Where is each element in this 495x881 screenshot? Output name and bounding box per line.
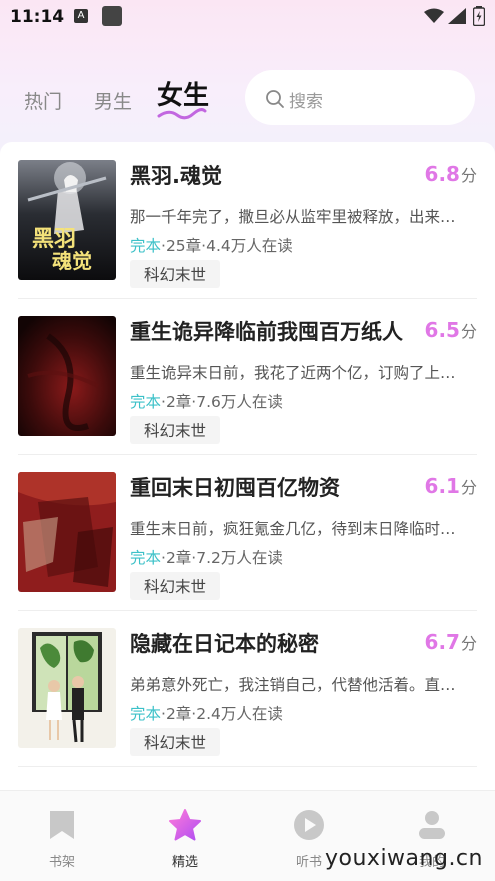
nav-label: 精选 bbox=[171, 855, 198, 870]
notification-a-icon: A bbox=[74, 9, 88, 23]
book-title: 重回末日初囤百亿物资 bbox=[130, 476, 340, 500]
book-item[interactable]: 隐藏在日记本的秘密 6.7分 弟弟意外死亡，我注销自己，代替他活着。直… 完本·… bbox=[18, 610, 477, 767]
book-item[interactable]: 重生诡异降临前我囤百万纸人 6.5分 重生诡异末日前，我花了近两个亿，订购了上…… bbox=[18, 298, 477, 455]
book-title: 黑羽.魂觉 bbox=[130, 164, 222, 188]
book-description: 那一千年完了，撒旦必从监牢里被释放，出来… bbox=[130, 208, 456, 226]
search-placeholder: 搜索 bbox=[289, 92, 323, 112]
book-description: 重生诡异末日前，我花了近两个亿，订购了上… bbox=[130, 364, 456, 382]
book-title: 重生诡异降临前我囤百万纸人 bbox=[130, 320, 403, 344]
book-description: 重生末日前，疯狂氪金几亿，待到末日降临时… bbox=[130, 520, 456, 538]
book-description: 弟弟意外死亡，我注销自己，代替他活着。直… bbox=[130, 676, 456, 694]
category-tabs: 热门 男生 女生 搜索 bbox=[0, 68, 495, 128]
book-status: 完本 bbox=[130, 549, 162, 567]
nav-bookshelf[interactable]: 书架 bbox=[22, 809, 102, 870]
nav-label: 书架 bbox=[48, 855, 75, 870]
book-score: 6.7分 bbox=[424, 630, 477, 654]
book-score: 6.5分 bbox=[424, 318, 477, 342]
book-cover: 黑羽 魂觉 bbox=[18, 160, 116, 280]
book-genre-tag[interactable]: 科幻末世 bbox=[130, 572, 221, 600]
book-meta: 完本·2章·7.6万人在读 bbox=[130, 393, 283, 411]
status-bar: 11:14 A bbox=[0, 0, 495, 34]
svg-text:魂觉: 魂觉 bbox=[52, 249, 92, 273]
tab-male[interactable]: 男生 bbox=[94, 87, 132, 114]
book-status: 完本 bbox=[130, 237, 162, 255]
search-icon bbox=[266, 90, 284, 108]
book-meta: 完本·2章·2.4万人在读 bbox=[130, 705, 283, 723]
notification-square-icon bbox=[102, 6, 122, 26]
book-genre-tag[interactable]: 科幻末世 bbox=[130, 416, 221, 444]
signal-icon bbox=[448, 8, 466, 24]
bookmark-icon bbox=[50, 811, 74, 839]
book-genre-tag[interactable]: 科幻末世 bbox=[130, 728, 221, 756]
book-item[interactable]: 黑羽 魂觉 黑羽.魂觉 6.8分 那一千年完了，撒旦必从监牢里被释放，出来… 完… bbox=[18, 142, 477, 299]
book-meta: 完本·2章·7.2万人在读 bbox=[130, 549, 283, 567]
book-cover bbox=[18, 316, 116, 436]
wifi-icon bbox=[424, 8, 444, 23]
book-cover bbox=[18, 472, 116, 592]
person-icon bbox=[419, 811, 445, 839]
search-bar[interactable]: 搜索 bbox=[245, 70, 475, 125]
book-score: 6.8分 bbox=[424, 162, 477, 186]
status-time: 11:14 bbox=[10, 7, 65, 27]
book-meta: 完本·25章·4.4万人在读 bbox=[130, 237, 293, 255]
tab-hot[interactable]: 热门 bbox=[24, 87, 62, 114]
book-genre-tag[interactable]: 科幻末世 bbox=[130, 260, 221, 288]
active-tab-underline bbox=[157, 108, 207, 120]
tab-female[interactable]: 女生 bbox=[157, 75, 209, 112]
play-icon bbox=[294, 810, 324, 840]
book-score: 6.1分 bbox=[424, 474, 477, 498]
book-cover bbox=[18, 628, 116, 748]
nav-featured[interactable]: 精选 bbox=[145, 809, 225, 870]
book-item[interactable]: 重回末日初囤百亿物资 6.1分 重生末日前，疯狂氪金几亿，待到末日降临时… 完本… bbox=[18, 454, 477, 611]
watermark: youxiwang.cn bbox=[325, 846, 483, 871]
book-list: 黑羽 魂觉 黑羽.魂觉 6.8分 那一千年完了，撒旦必从监牢里被释放，出来… 完… bbox=[0, 142, 495, 790]
star-icon bbox=[169, 809, 201, 841]
book-status: 完本 bbox=[130, 705, 162, 723]
book-title: 隐藏在日记本的秘密 bbox=[130, 632, 319, 656]
battery-icon bbox=[473, 6, 485, 26]
book-status: 完本 bbox=[130, 393, 162, 411]
